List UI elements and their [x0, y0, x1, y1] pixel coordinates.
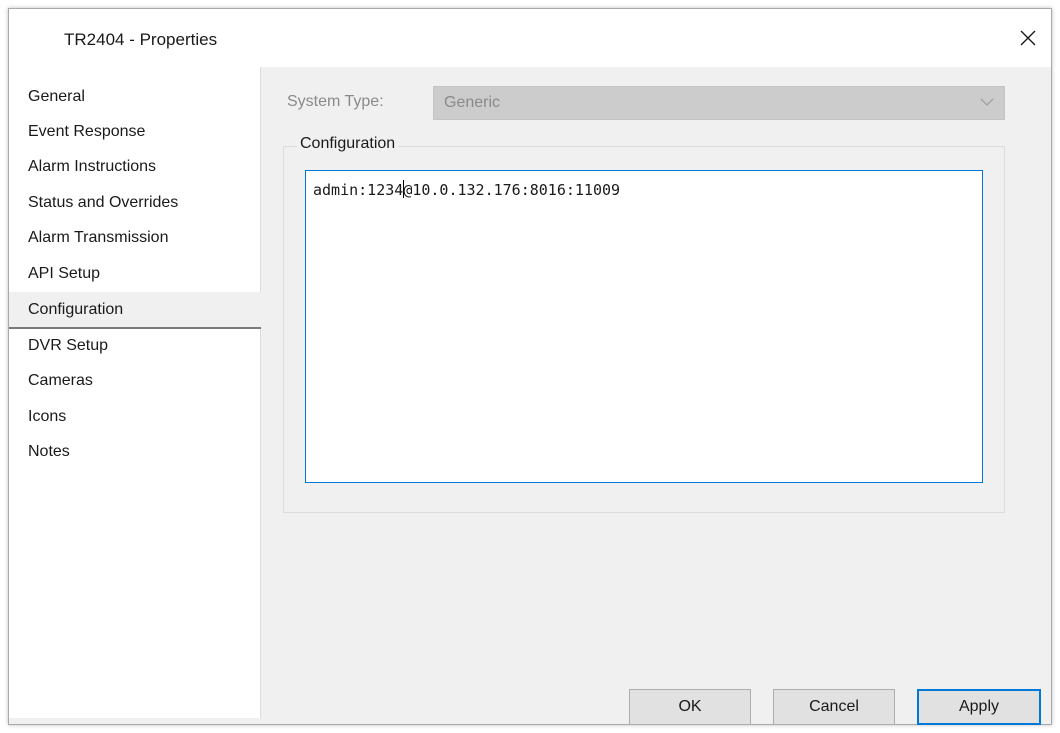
sidebar-item-label: Configuration [28, 301, 124, 318]
sidebar-item-api-setup[interactable]: API Setup [9, 258, 261, 290]
sidebar-item-label: Cameras [28, 372, 93, 389]
sidebar-item-label: Status and Overrides [28, 194, 179, 211]
sidebar-item-label: Event Response [28, 123, 146, 140]
sidebar-item-status-and-overrides[interactable]: Status and Overrides [9, 187, 261, 219]
apply-button[interactable]: Apply [917, 689, 1041, 725]
sidebar-item-alarm-instructions[interactable]: Alarm Instructions [9, 151, 261, 183]
system-type-label: System Type: [287, 93, 384, 110]
sidebar-item-label: API Setup [28, 265, 101, 282]
sidebar-item-configuration[interactable]: Configuration [9, 292, 261, 329]
sidebar-item-icons[interactable]: Icons [9, 401, 261, 433]
config-text-before-cursor: admin:1234 [313, 181, 404, 199]
sidebar-item-label: Alarm Instructions [28, 158, 157, 175]
configuration-group-title: Configuration [297, 135, 399, 153]
sidebar-item-alarm-transmission[interactable]: Alarm Transmission [9, 222, 261, 254]
ok-button[interactable]: OK [629, 689, 751, 725]
configuration-text: admin:1234@10.0.132.176:8016:11009 [313, 180, 620, 199]
system-type-value: Generic [444, 94, 501, 111]
sidebar-item-event-response[interactable]: Event Response [9, 116, 261, 148]
sidebar-item-label: Notes [28, 443, 70, 460]
config-text-after-cursor: @10.0.132.176:8016:11009 [403, 181, 621, 199]
window-title: TR2404 - Properties [64, 30, 218, 49]
properties-dialog: TR2404 - Properties General Event Respon… [8, 8, 1052, 725]
sidebar-item-label: Alarm Transmission [28, 229, 169, 246]
system-type-select[interactable]: Generic [433, 86, 1005, 120]
configuration-textarea[interactable]: admin:1234@10.0.132.176:8016:11009 [305, 170, 983, 483]
close-icon [1020, 30, 1036, 46]
sidebar-item-general[interactable]: General [9, 81, 261, 113]
cancel-button[interactable]: Cancel [773, 689, 895, 725]
sidebar-item-label: General [28, 88, 85, 105]
close-button[interactable] [1005, 19, 1051, 57]
sidebar-nav: General Event Response Alarm Instruction… [9, 67, 261, 718]
sidebar-item-dvr-setup[interactable]: DVR Setup [9, 330, 261, 362]
chevron-down-icon [980, 98, 994, 106]
sidebar-item-cameras[interactable]: Cameras [9, 365, 261, 397]
sidebar-item-notes[interactable]: Notes [9, 436, 261, 468]
sidebar-item-label: DVR Setup [28, 337, 109, 354]
title-bar: TR2404 - Properties [9, 9, 1051, 67]
sidebar-item-label: Icons [28, 408, 67, 425]
